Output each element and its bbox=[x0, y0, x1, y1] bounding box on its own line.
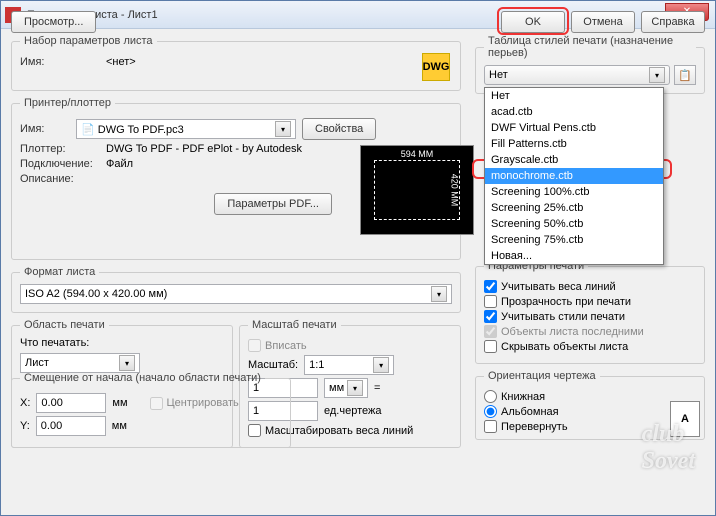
chevron-down-icon: ▾ bbox=[119, 355, 135, 371]
dropdown-item[interactable]: Fill Patterns.ctb bbox=[485, 136, 663, 152]
transparency-checkbox[interactable] bbox=[484, 295, 497, 308]
help-button[interactable]: Справка bbox=[641, 11, 705, 33]
reverse-checkbox[interactable] bbox=[484, 420, 497, 433]
pageset-name-value: <нет> bbox=[106, 56, 136, 68]
plotter-label: Плоттер: bbox=[20, 143, 100, 155]
dropdown-item[interactable]: Grayscale.ctb bbox=[485, 152, 663, 168]
offset-y-label: Y: bbox=[20, 420, 30, 432]
center-label: Центрировать bbox=[167, 397, 239, 409]
transparency-label: Прозрачность при печати bbox=[501, 296, 631, 308]
equals-label: = bbox=[374, 382, 380, 394]
preview-width: 594 MM bbox=[401, 149, 434, 159]
printer-legend: Принтер/плоттер bbox=[20, 97, 115, 109]
dropdown-item-selected[interactable]: monochrome.ctb bbox=[485, 168, 663, 184]
pageset-legend: Набор параметров листа bbox=[20, 35, 157, 47]
scale-select[interactable]: 1:1▾ bbox=[304, 355, 394, 375]
plot-style-edit-button[interactable]: 📋 bbox=[674, 65, 696, 85]
landscape-label: Альбомная bbox=[501, 406, 559, 418]
offset-x-input[interactable]: 0.00 bbox=[36, 393, 106, 413]
scale-legend: Масштаб печати bbox=[248, 319, 341, 331]
plot-area-legend: Область печати bbox=[20, 319, 109, 331]
dwg-icon: DWG bbox=[422, 53, 450, 81]
dropdown-item[interactable]: Screening 100%.ctb bbox=[485, 184, 663, 200]
fit-to-paper-label: Вписать bbox=[265, 340, 307, 352]
plot-style-select[interactable]: Нет▾ bbox=[484, 65, 670, 85]
lineweights-checkbox[interactable] bbox=[484, 280, 497, 293]
preview-button[interactable]: Просмотр... bbox=[11, 11, 96, 33]
paperspace-last-label: Объекты листа последними bbox=[501, 326, 644, 338]
plotter-value: DWG To PDF - PDF ePlot - by Autodesk bbox=[106, 143, 302, 155]
offset-group: Смещение от начала (начало области печат… bbox=[11, 372, 291, 448]
dropdown-item[interactable]: Screening 50%.ctb bbox=[485, 216, 663, 232]
plot-styles-checkbox[interactable] bbox=[484, 310, 497, 323]
paper-size-group: Формат листа ISO A2 (594.00 x 420.00 мм)… bbox=[11, 266, 461, 313]
connection-label: Подключение: bbox=[20, 158, 100, 170]
printer-group: Принтер/плоттер Имя: 📄 DWG To PDF.pc3▾ С… bbox=[11, 97, 461, 260]
portrait-radio[interactable] bbox=[484, 390, 497, 403]
orientation-group: Ориентация чертежа Книжная Альбомная Пер… bbox=[475, 370, 705, 440]
plot-styles-label: Учитывать стили печати bbox=[501, 311, 625, 323]
fit-to-paper-checkbox bbox=[248, 339, 261, 352]
dropdown-item[interactable]: Нет bbox=[485, 88, 663, 104]
dropdown-item[interactable]: Screening 75%.ctb bbox=[485, 232, 663, 248]
paper-size-select[interactable]: ISO A2 (594.00 x 420.00 мм)▾ bbox=[20, 284, 452, 304]
hide-paperspace-label: Скрывать объекты листа bbox=[501, 341, 628, 353]
connection-value: Файл bbox=[106, 158, 133, 170]
preview-height: 420 MM bbox=[450, 174, 460, 207]
offset-y-unit: мм bbox=[112, 420, 127, 432]
chevron-down-icon: ▾ bbox=[347, 380, 363, 396]
pageset-name-label: Имя: bbox=[20, 56, 100, 68]
chevron-down-icon: ▾ bbox=[431, 286, 447, 302]
pdf-params-button[interactable]: Параметры PDF... bbox=[214, 193, 332, 215]
offset-x-unit: мм bbox=[112, 397, 127, 409]
center-checkbox bbox=[150, 397, 163, 410]
hide-paperspace-checkbox[interactable] bbox=[484, 340, 497, 353]
printer-name-label: Имя: bbox=[20, 123, 70, 135]
plot-style-dropdown: Нет acad.ctb DWF Virtual Pens.ctb Fill P… bbox=[484, 87, 664, 265]
scale-label: Масштаб: bbox=[248, 359, 298, 371]
chevron-down-icon: ▾ bbox=[275, 121, 291, 137]
dropdown-item[interactable]: Новая... bbox=[485, 248, 663, 264]
plot-options-group: Параметры печати Учитывать веса линий Пр… bbox=[475, 260, 705, 364]
paperspace-last-checkbox bbox=[484, 325, 497, 338]
ok-button[interactable]: OK bbox=[501, 11, 565, 33]
dialog-window: Параметры листа - Лист1 ✕ Набор параметр… bbox=[0, 0, 716, 516]
scale-unit2-label: ед.чертежа bbox=[324, 405, 381, 417]
orientation-icon: A bbox=[670, 401, 700, 437]
plot-styles-legend: Таблица стилей печати (назначение перьев… bbox=[484, 35, 696, 59]
dropdown-item[interactable]: Screening 25%.ctb bbox=[485, 200, 663, 216]
portrait-label: Книжная bbox=[501, 391, 545, 403]
orientation-legend: Ориентация чертежа bbox=[484, 370, 600, 382]
what-to-plot-select[interactable]: Лист▾ bbox=[20, 353, 140, 373]
offset-x-label: X: bbox=[20, 397, 30, 409]
landscape-radio[interactable] bbox=[484, 405, 497, 418]
offset-legend: Смещение от начала (начало области печат… bbox=[20, 372, 265, 384]
lineweights-label: Учитывать веса линий bbox=[501, 281, 616, 293]
scale-unit1-select[interactable]: мм▾ bbox=[324, 378, 368, 398]
cancel-button[interactable]: Отмена bbox=[571, 11, 635, 33]
what-to-plot-label: Что печатать: bbox=[20, 337, 224, 349]
pageset-group: Набор параметров листа Имя: <нет> DWG bbox=[11, 35, 461, 91]
chevron-down-icon: ▾ bbox=[373, 357, 389, 373]
plot-styles-group: Таблица стилей печати (назначение перьев… bbox=[475, 35, 705, 94]
chevron-down-icon: ▾ bbox=[649, 67, 665, 83]
dropdown-item[interactable]: acad.ctb bbox=[485, 104, 663, 120]
dropdown-item[interactable]: DWF Virtual Pens.ctb bbox=[485, 120, 663, 136]
paper-preview: 594 MM 420 MM bbox=[360, 145, 474, 235]
paper-size-legend: Формат листа bbox=[20, 266, 99, 278]
printer-properties-button[interactable]: Свойства bbox=[302, 118, 376, 140]
printer-name-select[interactable]: 📄 DWG To PDF.pc3▾ bbox=[76, 119, 296, 139]
description-label: Описание: bbox=[20, 173, 100, 185]
offset-y-input[interactable]: 0.00 bbox=[36, 416, 106, 436]
reverse-label: Перевернуть bbox=[501, 421, 568, 433]
